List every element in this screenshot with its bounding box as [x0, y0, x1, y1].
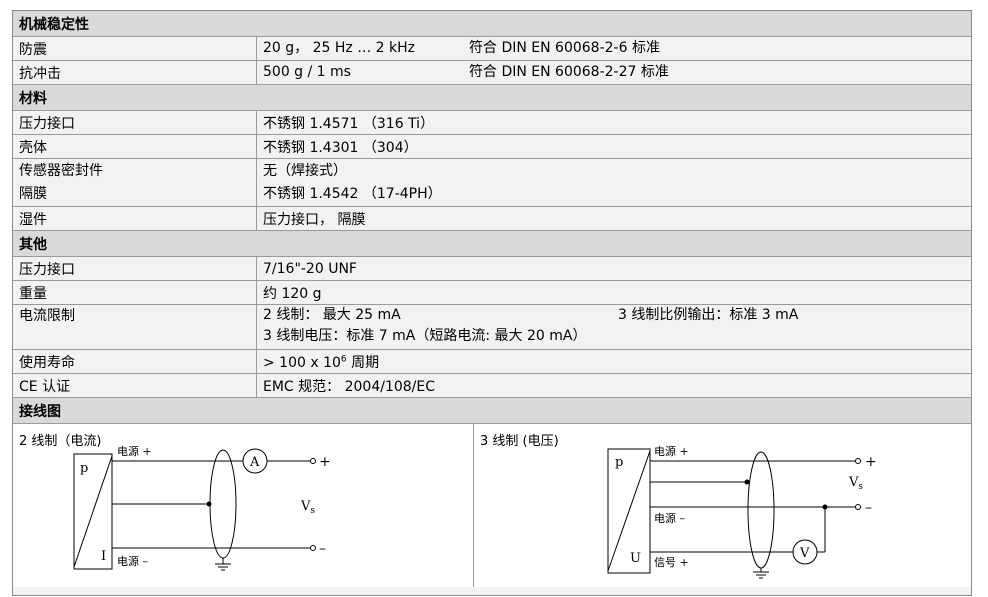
sensor-i-label: I	[101, 549, 106, 564]
spec-value: 3 线制电压：标准 7 mA（短路电流: 最大 20 mA）	[263, 328, 587, 344]
supply-plus-label: 电源 +	[117, 444, 152, 458]
spec-row-shock: 抗冲击 500 g / 1 ms 符合 DIN EN 60068-2-27 标准	[13, 61, 971, 85]
supply-minus-label: 电源 –	[117, 554, 148, 568]
spec-label: 传感器密封件	[19, 162, 103, 179]
spec-value: > 100 x 106 周期	[263, 352, 971, 372]
sensor-p-label: p	[80, 461, 88, 476]
wiring-3-wire-diagram: p U V + – Vs 电源 + 电源 – 信号 +	[607, 444, 877, 579]
spec-value: 3 线制比例输出：标准 3 mA	[618, 307, 799, 323]
spec-value: 不锈钢 1.4301 （304）	[263, 139, 418, 156]
spec-value: 2 线制： 最大 25 mA	[263, 307, 401, 323]
spec-value: 不锈钢 1.4571 （316 Ti）	[263, 115, 435, 132]
terminal-minus	[310, 545, 316, 551]
spec-label: 抗冲击	[19, 65, 61, 82]
datasheet-page: 机械稳定性 防震 20 g， 25 Hz … 2 kHz 符合 DIN EN 6…	[0, 0, 988, 597]
spec-label: CE 认证	[19, 378, 71, 395]
terminal-plus	[855, 458, 861, 464]
spec-row-material-port: 压力接口 不锈钢 1.4571 （316 Ti）	[13, 111, 971, 135]
section-title: 材料	[19, 90, 47, 107]
wiring-diagrams: 2 线制（电流) p I A + – Vs 电源 + 电源 – 3 线制 (电压…	[13, 424, 971, 587]
vs-label: Vs	[300, 499, 315, 516]
terminal-minus	[855, 504, 861, 510]
spec-row-housing: 壳体 不锈钢 1.4301 （304）	[13, 135, 971, 159]
section-title: 接线图	[19, 403, 61, 420]
spec-row-pressure-port: 压力接口 7/16"-20 UNF	[13, 257, 971, 281]
spec-value: 500 g / 1 ms	[263, 64, 351, 80]
cable-shield-ellipse	[209, 449, 237, 559]
spec-standard: 符合 DIN EN 60068-2-27 标准	[469, 64, 669, 80]
spec-label: 使用寿命	[19, 354, 75, 371]
spec-label: 重量	[19, 285, 47, 302]
shield-junction	[206, 501, 212, 507]
spec-value: 约 120 g	[263, 285, 322, 302]
spec-table: 机械稳定性 防震 20 g， 25 Hz … 2 kHz 符合 DIN EN 6…	[12, 10, 972, 596]
terminal-plus-label: +	[865, 454, 877, 470]
spec-value: 压力接口， 隔膜	[263, 211, 366, 228]
spec-row-wetted: 湿件 压力接口， 隔膜	[13, 207, 971, 231]
wiring-2-wire-panel: 2 线制（电流) p I A + – Vs 电源 + 电源 –	[13, 424, 474, 587]
spec-value: EMC 规范： 2004/108/EC	[263, 378, 436, 395]
spec-standard: 符合 DIN EN 60068-2-6 标准	[469, 40, 660, 56]
spec-label: 压力接口	[19, 115, 75, 132]
spec-label: 隔膜	[19, 185, 47, 202]
signal-plus-label: 信号 +	[654, 556, 689, 569]
section-other: 其他	[13, 231, 971, 257]
voltmeter-label: V	[799, 546, 810, 561]
spec-row-ce: CE 认证 EMC 规范： 2004/108/EC	[13, 374, 971, 398]
section-mechanical: 机械稳定性	[13, 11, 971, 37]
spec-label: 湿件	[19, 211, 47, 228]
life-base: > 100 x 10	[263, 354, 341, 371]
shield-junction	[744, 479, 750, 485]
signal-junction	[822, 504, 828, 510]
terminal-plus	[310, 458, 316, 464]
section-title: 其他	[19, 236, 47, 253]
supply-plus-label: 电源 +	[654, 444, 689, 458]
section-title: 机械稳定性	[19, 16, 89, 33]
wiring-2-wire-diagram: p I A + – Vs 电源 + 电源 –	[73, 444, 331, 571]
cable-shield-ellipse	[747, 451, 775, 569]
spec-row-current-limit: 电流限制 2 线制： 最大 25 mA 3 线制比例输出：标准 3 mA 3 线…	[13, 305, 971, 350]
terminal-minus-label: –	[319, 541, 326, 557]
sensor-u-label: U	[630, 551, 641, 566]
spec-row-vibration: 防震 20 g， 25 Hz … 2 kHz 符合 DIN EN 60068-2…	[13, 37, 971, 61]
life-unit: 周期	[346, 354, 380, 371]
spec-row-seal-diaphragm: 传感器密封件 隔膜 无（焊接式） 不锈钢 1.4542 （17-4PH）	[13, 159, 971, 207]
spec-row-weight: 重量 约 120 g	[13, 281, 971, 305]
spec-label: 壳体	[19, 139, 47, 156]
sensor-p-label: p	[615, 455, 623, 470]
terminal-minus-label: –	[865, 500, 872, 516]
spec-value: 不锈钢 1.4542 （17-4PH）	[263, 185, 442, 202]
table-bottom-strip	[13, 587, 971, 595]
wiring-3-wire-panel: 3 线制 (电压) p U V + – Vs 电源 + 电源 – 信号 +	[474, 424, 971, 587]
section-wiring: 接线图	[13, 398, 971, 424]
supply-minus-label: 电源 –	[654, 511, 685, 525]
vs-label: Vs	[848, 475, 863, 492]
section-materials: 材料	[13, 85, 971, 111]
ammeter-label: A	[249, 455, 260, 470]
spec-label: 压力接口	[19, 261, 75, 278]
spec-label: 防震	[19, 41, 47, 58]
spec-value: 无（焊接式）	[263, 162, 347, 179]
spec-row-life: 使用寿命 > 100 x 106 周期	[13, 350, 971, 374]
terminal-plus-label: +	[319, 454, 331, 470]
spec-label: 电流限制	[19, 308, 75, 324]
spec-value: 20 g， 25 Hz … 2 kHz	[263, 40, 415, 56]
spec-value: 7/16"-20 UNF	[263, 260, 357, 277]
